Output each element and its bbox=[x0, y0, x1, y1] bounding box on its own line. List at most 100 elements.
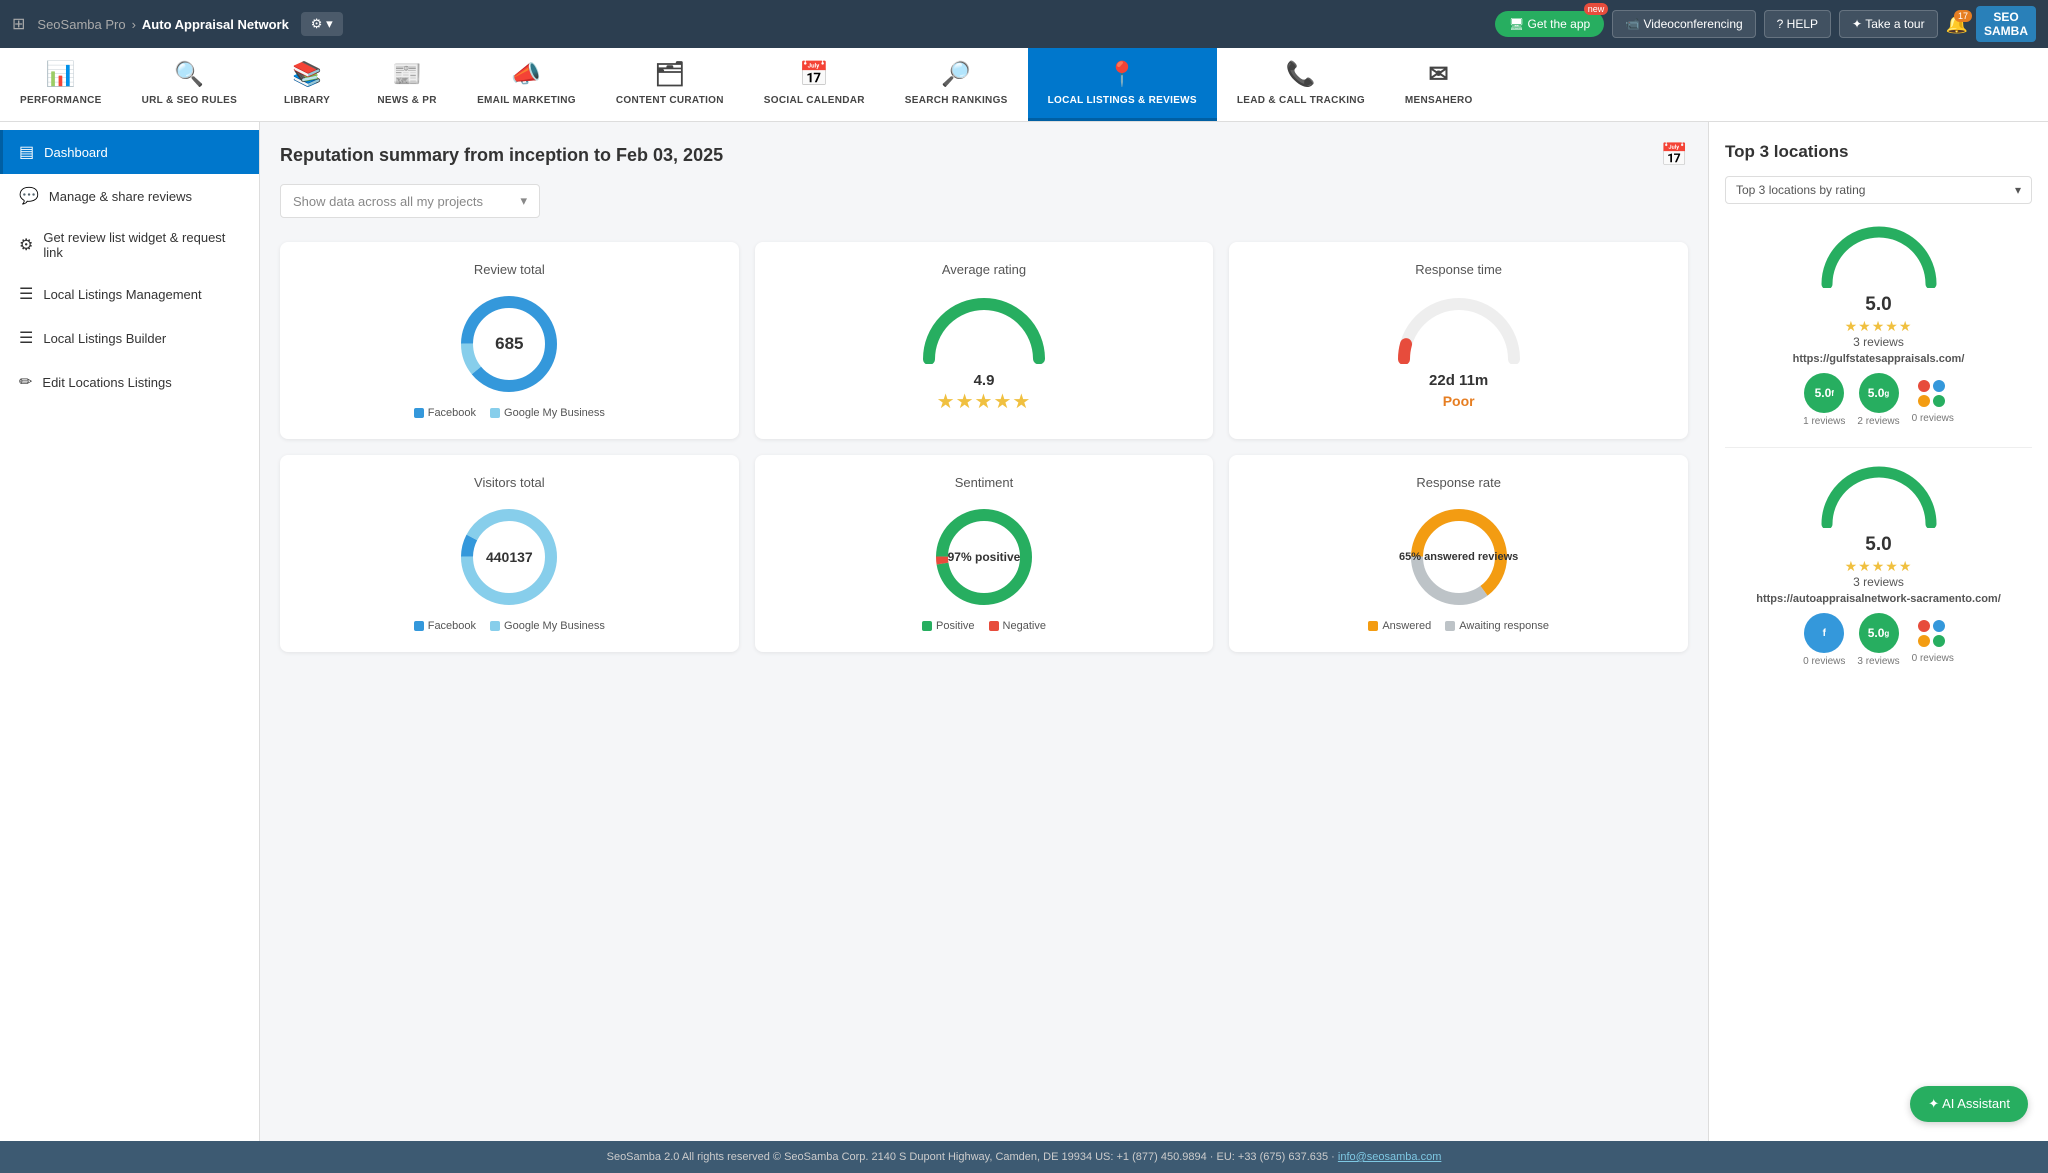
response-rate-donut: 65% answered reviews bbox=[1404, 502, 1514, 612]
nav-label-performance: PERFORMANCE bbox=[20, 95, 102, 106]
nav-item-social-calendar[interactable]: 📅 SOCIAL CALENDAR bbox=[744, 48, 885, 121]
videoconferencing-button[interactable]: 📹 Videoconferencing bbox=[1612, 10, 1755, 38]
metric-review-total-title: Review total bbox=[296, 262, 723, 277]
badge2-g-reviews: 3 reviews bbox=[1857, 656, 1899, 667]
sidebar-item-review-widget[interactable]: ⚙ Get review list widget & request link bbox=[0, 218, 259, 272]
sidebar-item-manage-reviews[interactable]: 💬 Manage & share reviews bbox=[0, 174, 259, 218]
legend-answered: Answered bbox=[1382, 620, 1431, 632]
sidebar-item-edit-locations[interactable]: ✏ Edit Locations Listings bbox=[0, 360, 259, 404]
nav-item-email-marketing[interactable]: 📣 EMAIL MARKETING bbox=[457, 48, 596, 121]
nav-item-content-curation[interactable]: 🗂 CONTENT CURATION bbox=[596, 48, 744, 121]
badge-fb-reviews: 1 reviews bbox=[1803, 416, 1845, 427]
nav-item-lead-call[interactable]: 📞 LEAD & CALL TRACKING bbox=[1217, 48, 1385, 121]
reputation-header: Reputation summary from inception to Feb… bbox=[280, 142, 1688, 168]
email-marketing-icon: 📣 bbox=[511, 60, 541, 89]
gear-button[interactable]: ⚙ ▾ bbox=[301, 12, 343, 36]
metric-response-time-title: Response time bbox=[1245, 262, 1672, 277]
badge-g-reviews: 2 reviews bbox=[1857, 416, 1899, 427]
get-app-button[interactable]: 🖥 Get the app new bbox=[1495, 11, 1604, 37]
badge2-score-g: 5.0g bbox=[1859, 613, 1899, 653]
take-tour-button[interactable]: ✦ Take a tour bbox=[1839, 10, 1938, 38]
location2-stars: ★★★★★ bbox=[1725, 558, 2032, 575]
nav-item-performance[interactable]: 📊 PERFORMANCE bbox=[0, 48, 122, 121]
page-footer: SeoSamba 2.0 All rights reserved © SeoSa… bbox=[0, 1141, 2048, 1173]
location2-score: 5.0 bbox=[1725, 534, 2032, 556]
location2-url[interactable]: https://autoappraisalnetwork-sacramento.… bbox=[1725, 593, 2032, 605]
nav-item-search-rankings[interactable]: 🔎 SEARCH RANKINGS bbox=[885, 48, 1028, 121]
location-card-2: 5.0 ★★★★★ 3 reviews https://autoappraisa… bbox=[1725, 460, 2032, 667]
ai-assistant-button[interactable]: ✦ AI Assistant bbox=[1910, 1086, 2028, 1122]
sentiment-donut: 97% positive bbox=[929, 502, 1039, 612]
response-time-value: 22d 11m bbox=[1245, 372, 1672, 389]
metric-response-rate-title: Response rate bbox=[1245, 475, 1672, 490]
sentiment-value: 97% positive bbox=[948, 550, 1021, 564]
avg-rating-value: 4.9 bbox=[771, 372, 1198, 389]
nav-item-news-pr[interactable]: 📰 NEWS & PR bbox=[357, 48, 457, 121]
badge2-dots-container bbox=[1912, 613, 1952, 653]
metric-visitors-title: Visitors total bbox=[296, 475, 723, 490]
location1-url[interactable]: https://gulfstatesappraisals.com/ bbox=[1725, 353, 2032, 365]
nav-label-news-pr: NEWS & PR bbox=[377, 95, 436, 106]
footer-email-link[interactable]: info@seosamba.com bbox=[1338, 1151, 1442, 1163]
sidebar-item-local-listings-mgmt[interactable]: ☰ Local Listings Management bbox=[0, 272, 259, 316]
current-project[interactable]: Auto Appraisal Network bbox=[142, 17, 289, 32]
sidebar-label-manage-reviews: Manage & share reviews bbox=[49, 189, 192, 204]
nav-item-library[interactable]: 📚 LIBRARY bbox=[257, 48, 357, 121]
icon-nav: 📊 PERFORMANCE 🔍 URL & SEO RULES 📚 LIBRAR… bbox=[0, 48, 2048, 122]
help-button[interactable]: ? HELP bbox=[1764, 10, 1831, 38]
notifications-button[interactable]: 🔔17 bbox=[1946, 14, 1968, 35]
local-listings-builder-icon: ☰ bbox=[19, 328, 33, 348]
review-total-value: 685 bbox=[495, 334, 523, 354]
badge-score-g: 5.0g bbox=[1859, 373, 1899, 413]
location1-reviews: 3 reviews bbox=[1725, 335, 2032, 349]
legend-awaiting: Awaiting response bbox=[1459, 620, 1549, 632]
metric-visitors-total: Visitors total 440137 Facebook Google My… bbox=[280, 455, 739, 652]
project-filter-dropdown[interactable]: Show data across all my projects ▾ bbox=[280, 184, 540, 218]
sidebar-item-dashboard[interactable]: ▤ Dashboard bbox=[0, 130, 259, 174]
nav-label-search-rankings: SEARCH RANKINGS bbox=[905, 95, 1008, 106]
legend-visitors-facebook: Facebook bbox=[428, 620, 476, 632]
edit-locations-icon: ✏ bbox=[19, 372, 32, 392]
sidebar-label-edit-locations: Edit Locations Listings bbox=[42, 375, 171, 390]
sidebar-item-local-listings-builder[interactable]: ☰ Local Listings Builder bbox=[0, 316, 259, 360]
nav-item-mensahero[interactable]: ✉ MENSAHERO bbox=[1385, 48, 1493, 121]
right-panel: Top 3 locations Top 3 locations by ratin… bbox=[1708, 122, 2048, 1141]
grid-icon[interactable]: ⊞ bbox=[12, 14, 25, 34]
location2-gauge bbox=[1819, 460, 1939, 528]
avg-rating-gauge bbox=[919, 289, 1049, 364]
notification-badge: 17 bbox=[1954, 10, 1972, 22]
badge-dots-container bbox=[1912, 373, 1952, 413]
location-card-1: 5.0 ★★★★★ 3 reviews https://gulfstatesap… bbox=[1725, 220, 2032, 427]
local-listings-mgmt-icon: ☰ bbox=[19, 284, 33, 304]
badge-blue-fb: f bbox=[1804, 613, 1844, 653]
nav-item-url-seo[interactable]: 🔍 URL & SEO RULES bbox=[122, 48, 257, 121]
metric-average-rating: Average rating 4.9 ★★★★★ bbox=[755, 242, 1214, 439]
mensahero-icon: ✉ bbox=[1429, 60, 1449, 89]
top-nav: ⊞ SeoSamba Pro › Auto Appraisal Network … bbox=[0, 0, 2048, 48]
search-rankings-icon: 🔎 bbox=[941, 60, 971, 89]
rep-title-bold: from inception to Feb 03, 2025 bbox=[464, 145, 723, 165]
footer-text: SeoSamba 2.0 All rights reserved © SeoSa… bbox=[607, 1151, 1338, 1163]
location1-gauge bbox=[1819, 220, 1939, 288]
top3-filter-label: Top 3 locations by rating bbox=[1736, 183, 1865, 197]
location2-badge-dots: 0 reviews bbox=[1912, 613, 1954, 667]
content-area: Reputation summary from inception to Feb… bbox=[260, 122, 1708, 1141]
new-badge: new bbox=[1584, 3, 1609, 15]
calendar-icon[interactable]: 📅 bbox=[1661, 142, 1688, 168]
location2-reviews: 3 reviews bbox=[1725, 575, 2032, 589]
location1-score: 5.0 bbox=[1725, 294, 2032, 316]
nav-label-lead-call: LEAD & CALL TRACKING bbox=[1237, 95, 1365, 106]
brand-label[interactable]: SeoSamba Pro bbox=[37, 17, 125, 32]
location2-badge-fb: f 0 reviews bbox=[1803, 613, 1845, 667]
sidebar-label-local-listings-mgmt: Local Listings Management bbox=[43, 287, 201, 302]
nav-label-mensahero: MENSAHERO bbox=[1405, 95, 1473, 106]
nav-item-local-listings[interactable]: 📍 LOCAL LISTINGS & REVIEWS bbox=[1028, 48, 1217, 121]
top3-filter-dropdown[interactable]: Top 3 locations by rating ▾ bbox=[1725, 176, 2032, 204]
legend-negative: Negative bbox=[1003, 620, 1046, 632]
visitors-donut: 440137 bbox=[454, 502, 564, 612]
url-seo-icon: 🔍 bbox=[174, 60, 204, 89]
reputation-title: Reputation summary from inception to Feb… bbox=[280, 145, 723, 166]
badge2-fb-reviews: 0 reviews bbox=[1803, 656, 1845, 667]
content-curation-icon: 🗂 bbox=[654, 60, 685, 89]
top3-chevron-icon: ▾ bbox=[2015, 183, 2021, 197]
